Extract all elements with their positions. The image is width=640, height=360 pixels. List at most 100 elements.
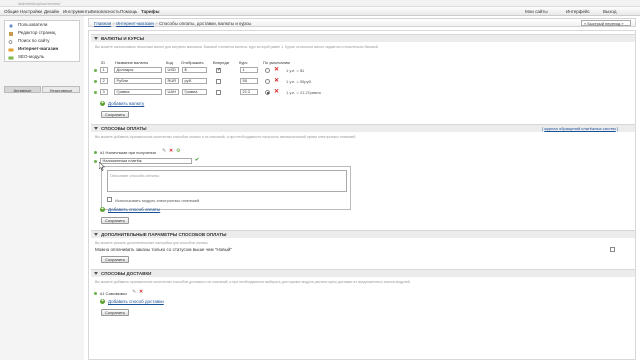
nav-security[interactable]: Безопасность — [91, 9, 120, 14]
nav-general[interactable]: Общие — [4, 9, 19, 14]
col-name: Название валюты — [115, 60, 149, 65]
edit-icon[interactable]: ✎ — [162, 149, 166, 154]
payment-name-input[interactable]: Наложенным платёж — [100, 158, 192, 164]
delete-icon[interactable]: ✕ — [139, 290, 143, 295]
seo-icon — [8, 55, 14, 60]
currency-name-field[interactable]: Рубли — [114, 78, 162, 84]
section-title: ДОПОЛНИТЕЛЬНЫЕ ПАРАМЕТРЫ СПОСОБОВ ОПЛАТЫ — [101, 232, 227, 237]
modules-panel: Пользователи Редактор страниц Поиск по с… — [4, 20, 80, 62]
nav-tariffs[interactable]: Тарифы — [141, 9, 159, 14]
breadcrumb: Главная » Интернет-магазин » Способы опл… — [94, 21, 251, 26]
nav-logout[interactable]: Выход — [603, 9, 616, 14]
currency-code-field[interactable]: USD — [165, 67, 179, 73]
settings-icon[interactable]: ⚙ — [176, 149, 180, 154]
sidebar-item-search[interactable]: Поиск по сайту — [5, 37, 79, 45]
sidebar-item-label: Интернет-магазин — [18, 46, 59, 51]
col-first: Впереди — [213, 60, 229, 65]
delete-icon[interactable]: ✕ — [274, 78, 280, 84]
currency-first-checkbox[interactable] — [216, 67, 221, 73]
currency-first-checkbox[interactable] — [216, 89, 221, 95]
payment-description-textarea[interactable]: Описание способа оплаты — [107, 170, 347, 192]
sidebar-item-shop[interactable]: Интернет-магазин — [5, 45, 79, 53]
currency-code-field[interactable]: UAH — [165, 89, 179, 95]
add-delivery-link[interactable]: Добавить способ доставки — [108, 299, 164, 304]
breadcrumb-home[interactable]: Главная — [94, 21, 111, 26]
nav-help[interactable]: Помощь — [120, 9, 137, 14]
save-currencies-button[interactable]: Сохранить — [101, 111, 129, 118]
currency-name-field[interactable]: Доллары — [114, 67, 162, 73]
add-currency-link[interactable]: Добавить валюту — [108, 101, 144, 106]
currency-display-field[interactable]: Гривна — [182, 89, 207, 95]
currency-id-field[interactable]: 3 — [100, 89, 108, 95]
sidebar-item-users[interactable]: Пользователи — [5, 21, 79, 29]
sidebar-item-page-editor[interactable]: Редактор страниц — [5, 29, 79, 37]
section-title: ВАЛЮТЫ И КУРСЫ — [101, 36, 145, 41]
currency-rate-note: 1 у.е. = 21.2Гривна — [286, 90, 321, 95]
currency-id-field[interactable]: 2 — [100, 78, 108, 84]
add-icon[interactable]: + — [100, 207, 105, 212]
delete-icon[interactable]: ✕ — [274, 89, 280, 95]
col-id: ID — [101, 60, 105, 65]
payment-item-label[interactable]: #1 Наличными при получении — [100, 150, 156, 155]
breadcrumb-separator: » — [155, 20, 158, 26]
collapse-icon — [94, 37, 98, 40]
save-extra-params-button[interactable]: Сохранить — [101, 256, 129, 263]
sidebar: Пользователи Редактор страниц Поиск по с… — [0, 16, 84, 360]
currency-default-radio[interactable] — [265, 67, 270, 73]
tab-inactive[interactable]: Неактивные — [42, 86, 80, 93]
delivery-section-header[interactable]: СПОСОБЫ ДОСТАВКИ — [91, 269, 635, 277]
currency-rate-note: 1 у.е. = 55руб. — [286, 79, 313, 84]
breadcrumb-shop[interactable]: Интернет-магазин — [116, 21, 154, 26]
add-icon[interactable]: + — [100, 101, 105, 106]
extra-option-label: Можно оплачивать заказы только со статус… — [95, 247, 232, 252]
payment-log-link[interactable]: [ журнал обращений платёжных систем ] — [542, 126, 618, 131]
currency-default-radio[interactable] — [265, 89, 270, 95]
nav-my-sites[interactable]: Мои сайты — [525, 9, 548, 14]
sidebar-tabs: Активные Неактивные — [4, 86, 80, 94]
row-status-icon — [94, 292, 97, 295]
save-delivery-button[interactable]: Сохранить — [101, 309, 129, 316]
nav-interface[interactable]: Интерфейс — [566, 9, 590, 14]
nav-tools[interactable]: Инструменты — [63, 9, 91, 14]
row-status-icon — [94, 80, 97, 83]
collapse-icon — [94, 127, 98, 130]
delivery-item-label[interactable]: #1 Самовывоз — [100, 291, 127, 296]
payment-edit-panel: Описание способа оплаты Использовать мод… — [101, 166, 351, 210]
sidebar-item-seo[interactable]: SEO-модуль — [5, 53, 79, 61]
quick-nav-select[interactable]: « Быстрый переход » — [581, 20, 631, 26]
sidebar-item-label: Поиск по сайту — [18, 38, 50, 43]
cart-icon — [8, 47, 14, 52]
add-payment-link[interactable]: Добавить способ оплаты — [108, 207, 160, 212]
currency-id-field[interactable]: 1 — [100, 67, 108, 73]
extra-params-section-header[interactable]: ДОПОЛНИТЕЛЬНЫЕ ПАРАМЕТРЫ СПОСОБОВ ОПЛАТЫ — [91, 230, 635, 238]
currency-first-checkbox[interactable] — [216, 78, 221, 84]
currency-rate-field[interactable]: 21.2 — [240, 89, 258, 95]
currency-display-field[interactable]: руб. — [182, 78, 207, 84]
extra-option-checkbox[interactable] — [610, 247, 615, 252]
currency-rate-field[interactable]: 55 — [240, 78, 258, 84]
use-payment-module-checkbox[interactable] — [107, 197, 112, 202]
col-display: Отображать — [181, 60, 204, 65]
add-icon[interactable]: + — [100, 299, 105, 304]
currencies-section-header[interactable]: ВАЛЮТЫ И КУРСЫ — [91, 34, 635, 42]
currency-default-radio[interactable] — [265, 78, 270, 84]
search-icon — [8, 39, 14, 44]
currency-code-field[interactable]: RUR — [165, 78, 179, 84]
confirm-icon[interactable]: ✔ — [195, 158, 199, 163]
page-icon — [8, 31, 14, 36]
tab-active[interactable]: Активные — [4, 86, 41, 93]
edit-icon[interactable]: ✎ — [132, 290, 136, 295]
save-payments-button[interactable]: Сохранить — [101, 217, 129, 224]
collapse-icon — [94, 233, 98, 236]
currency-rate-field[interactable]: 1 — [240, 67, 258, 73]
nav-settings[interactable]: Настройки — [20, 9, 42, 14]
delete-icon[interactable]: ✕ — [169, 149, 173, 154]
currency-name-field[interactable]: Гривна — [114, 89, 162, 95]
delete-icon[interactable]: ✕ — [274, 67, 280, 73]
nav-design[interactable]: Дизайн — [44, 9, 59, 14]
currency-display-field[interactable]: $ — [182, 67, 207, 73]
section-title: СПОСОБЫ ОПЛАТЫ — [101, 126, 147, 131]
use-payment-module-label: Использовать модуль электронных платежей — [115, 197, 200, 203]
main-content: ВАЛЮТЫ И КУРСЫ Вы можете использовать не… — [88, 30, 636, 360]
browser-address-bar[interactable]: /admin/shop/currencies/ — [0, 0, 640, 7]
